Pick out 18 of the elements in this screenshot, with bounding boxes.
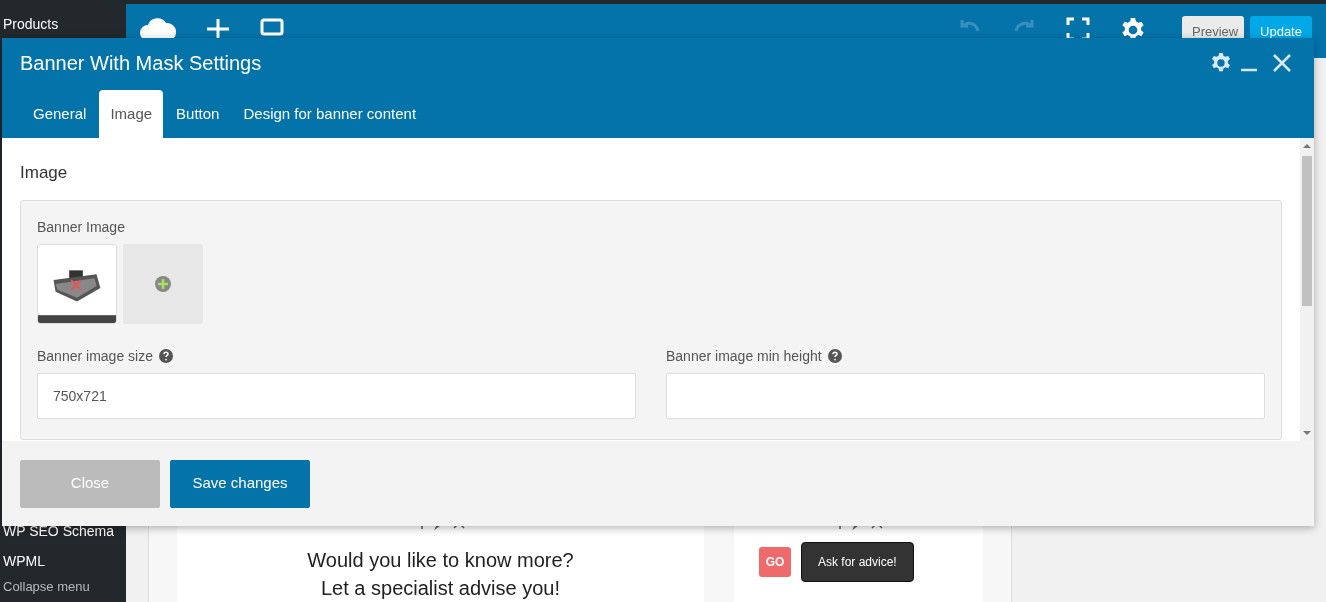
- dialog-tab[interactable]: Image: [99, 90, 164, 138]
- dialog-tab[interactable]: General: [22, 90, 98, 138]
- save-button[interactable]: Save changes: [170, 459, 310, 508]
- content-text: Would you like to know more?: [307, 548, 574, 573]
- section-title: Image: [20, 162, 69, 184]
- dialog-title: Banner With Mask Settings: [20, 50, 263, 76]
- sidebar-item[interactable]: Collapse menu: [0, 576, 126, 598]
- field-label: Banner Image: [37, 217, 126, 237]
- field-label: Banner image size: [37, 346, 153, 366]
- dialog-tab[interactable]: Design for banner content: [232, 90, 428, 138]
- go-badge: GO: [759, 547, 791, 577]
- content-text: Let a specialist advise you!: [321, 576, 560, 601]
- sidebar-item[interactable]: Products: [0, 14, 126, 34]
- advice-button[interactable]: Ask for advice!: [801, 542, 914, 582]
- sidebar-item[interactable]: WPML: [0, 546, 126, 576]
- dialog-tab[interactable]: Button: [165, 90, 231, 138]
- field-label: Banner image min height: [666, 346, 822, 366]
- text-field[interactable]: 750x721: [37, 372, 636, 419]
